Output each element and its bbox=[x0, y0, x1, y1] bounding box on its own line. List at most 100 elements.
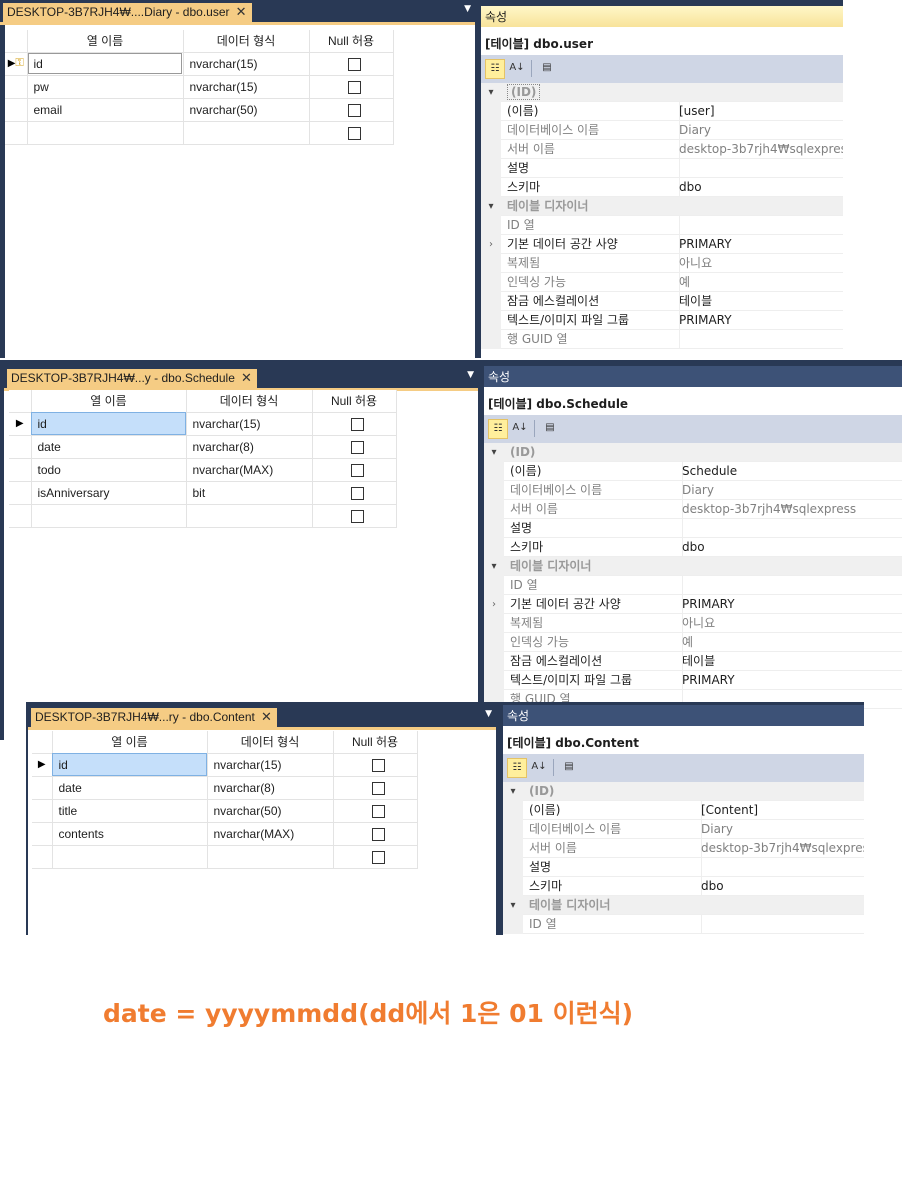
table-row[interactable]: email nvarchar(50) bbox=[5, 98, 394, 122]
table-row[interactable]: ▶ id nvarchar(15) bbox=[32, 753, 418, 777]
data-type-cell[interactable]: bit bbox=[186, 481, 313, 505]
alphabetical-icon[interactable]: A↓ bbox=[510, 419, 530, 439]
table-row[interactable]: isAnniversary bit bbox=[9, 481, 397, 505]
property-rowguid-column[interactable]: 행 GUID 열 bbox=[481, 330, 843, 349]
row-header[interactable] bbox=[32, 776, 53, 800]
column-name-cell[interactable]: date bbox=[52, 776, 208, 800]
row-header[interactable] bbox=[9, 481, 32, 505]
property-name[interactable]: (이름) [Content] bbox=[503, 801, 864, 820]
allow-null-checkbox[interactable] bbox=[350, 440, 364, 454]
property-server[interactable]: 서버 이름 desktop-3b7rjh4₩sqlexpress bbox=[503, 839, 864, 858]
allow-null-checkbox[interactable] bbox=[347, 57, 361, 71]
close-icon[interactable]: ✕ bbox=[261, 709, 272, 725]
property-database[interactable]: 데이터베이스 이름 Diary bbox=[484, 481, 902, 500]
category-id[interactable]: ▾ (ID) bbox=[484, 443, 902, 462]
row-header[interactable] bbox=[32, 845, 53, 869]
column-name-cell[interactable]: contents bbox=[52, 822, 208, 846]
property-schema[interactable]: 스키마 dbo bbox=[481, 178, 843, 197]
property-server[interactable]: 서버 이름 desktop-3b7rjh4₩sqlexpress bbox=[484, 500, 902, 519]
row-header[interactable] bbox=[9, 504, 32, 528]
category-table-designer[interactable]: ▾ 테이블 디자이너 bbox=[481, 197, 843, 216]
primary-key-icon[interactable]: ▶⚿ bbox=[5, 52, 28, 76]
property-indexable[interactable]: 인덱싱 가능 예 bbox=[484, 633, 902, 652]
property-description[interactable]: 설명 bbox=[484, 519, 902, 538]
table-row[interactable]: title nvarchar(50) bbox=[32, 799, 418, 823]
data-type-cell[interactable]: nvarchar(50) bbox=[183, 98, 310, 122]
column-name-cell[interactable]: id bbox=[31, 412, 187, 436]
property-description[interactable]: 설명 bbox=[481, 159, 843, 178]
allow-null-checkbox[interactable] bbox=[350, 509, 364, 523]
column-name-cell[interactable] bbox=[31, 504, 187, 528]
allow-null-checkbox[interactable] bbox=[371, 758, 385, 772]
property-identity-column[interactable]: ID 열 bbox=[484, 576, 902, 595]
data-type-cell[interactable]: nvarchar(8) bbox=[186, 435, 313, 459]
expand-icon[interactable]: › bbox=[481, 235, 501, 254]
row-header[interactable] bbox=[5, 121, 28, 145]
allow-null-checkbox[interactable] bbox=[350, 417, 364, 431]
allow-null-cell[interactable] bbox=[309, 75, 394, 99]
category-id[interactable]: ▾ (ID) bbox=[481, 83, 843, 102]
expand-icon[interactable]: › bbox=[484, 595, 504, 614]
column-name-cell[interactable]: date bbox=[31, 435, 187, 459]
collapse-icon[interactable]: ▾ bbox=[481, 197, 501, 216]
data-type-cell[interactable]: nvarchar(MAX) bbox=[186, 458, 313, 482]
current-row-icon[interactable]: ▶ bbox=[32, 753, 53, 777]
table-row[interactable] bbox=[9, 504, 397, 528]
current-row-icon[interactable]: ▶ bbox=[9, 412, 32, 436]
allow-null-cell[interactable] bbox=[333, 799, 418, 823]
table-row[interactable]: ▶ id nvarchar(15) bbox=[9, 412, 397, 436]
table-row[interactable]: date nvarchar(8) bbox=[32, 776, 418, 800]
collapse-icon[interactable]: ▾ bbox=[503, 896, 523, 915]
property-database[interactable]: 데이터베이스 이름 Diary bbox=[503, 820, 864, 839]
allow-null-checkbox[interactable] bbox=[371, 781, 385, 795]
data-type-cell[interactable] bbox=[186, 504, 313, 528]
allow-null-cell[interactable] bbox=[312, 412, 397, 436]
property-server[interactable]: 서버 이름 desktop-3b7rjh4₩sqlexpress bbox=[481, 140, 843, 159]
allow-null-cell[interactable] bbox=[312, 435, 397, 459]
column-name-cell[interactable]: isAnniversary bbox=[31, 481, 187, 505]
allow-null-cell[interactable] bbox=[333, 753, 418, 777]
table-row[interactable]: pw nvarchar(15) bbox=[5, 75, 394, 99]
column-name-cell[interactable]: id bbox=[52, 753, 208, 777]
collapse-icon[interactable]: ▾ bbox=[503, 782, 523, 801]
allow-null-checkbox[interactable] bbox=[371, 827, 385, 841]
category-table-designer[interactable]: ▾ 테이블 디자이너 bbox=[484, 557, 902, 576]
column-name-cell[interactable]: pw bbox=[27, 75, 184, 99]
allow-null-checkbox[interactable] bbox=[347, 103, 361, 117]
property-data-space[interactable]: › 기본 데이터 공간 사양 PRIMARY bbox=[481, 235, 843, 254]
table-row[interactable] bbox=[5, 121, 394, 145]
column-name-cell[interactable] bbox=[52, 845, 208, 869]
alphabetical-icon[interactable]: A↓ bbox=[507, 59, 527, 79]
property-name[interactable]: (이름) [user] bbox=[481, 102, 843, 121]
allow-null-cell[interactable] bbox=[309, 98, 394, 122]
category-id[interactable]: ▾ (ID) bbox=[503, 782, 864, 801]
table-row[interactable]: contents nvarchar(MAX) bbox=[32, 822, 418, 846]
property-lock-escalation[interactable]: 잠금 에스컬레이션 테이블 bbox=[481, 292, 843, 311]
allow-null-checkbox[interactable] bbox=[371, 850, 385, 864]
table-row[interactable]: todo nvarchar(MAX) bbox=[9, 458, 397, 482]
allow-null-cell[interactable] bbox=[309, 121, 394, 145]
data-type-cell[interactable] bbox=[183, 121, 310, 145]
categorized-icon[interactable]: ☷ bbox=[507, 758, 527, 778]
row-header[interactable] bbox=[32, 822, 53, 846]
property-description[interactable]: 설명 bbox=[503, 858, 864, 877]
allow-null-cell[interactable] bbox=[312, 458, 397, 482]
close-icon[interactable]: ✕ bbox=[241, 370, 252, 386]
property-database[interactable]: 데이터베이스 이름 Diary bbox=[481, 121, 843, 140]
property-identity-column[interactable]: ID 열 bbox=[503, 915, 864, 934]
data-type-cell[interactable]: nvarchar(50) bbox=[207, 799, 334, 823]
property-schema[interactable]: 스키마 dbo bbox=[484, 538, 902, 557]
alphabetical-icon[interactable]: A↓ bbox=[529, 758, 549, 778]
category-table-designer[interactable]: ▾ 테이블 디자이너 bbox=[503, 896, 864, 915]
property-pages-icon[interactable]: ▤ bbox=[540, 419, 560, 439]
row-header[interactable] bbox=[9, 458, 32, 482]
row-header[interactable] bbox=[32, 799, 53, 823]
data-type-cell[interactable]: nvarchar(MAX) bbox=[207, 822, 334, 846]
document-tab[interactable]: DESKTOP-3B7RJH4₩....Diary - dbo.user ✕ bbox=[3, 3, 252, 22]
property-identity-column[interactable]: ID 열 bbox=[481, 216, 843, 235]
row-header[interactable] bbox=[9, 435, 32, 459]
column-name-cell[interactable]: title bbox=[52, 799, 208, 823]
property-data-space[interactable]: › 기본 데이터 공간 사양 PRIMARY bbox=[484, 595, 902, 614]
table-row[interactable]: ▶⚿ id nvarchar(15) bbox=[5, 52, 394, 76]
property-textimage-filegroup[interactable]: 텍스트/이미지 파일 그룹 PRIMARY bbox=[481, 311, 843, 330]
